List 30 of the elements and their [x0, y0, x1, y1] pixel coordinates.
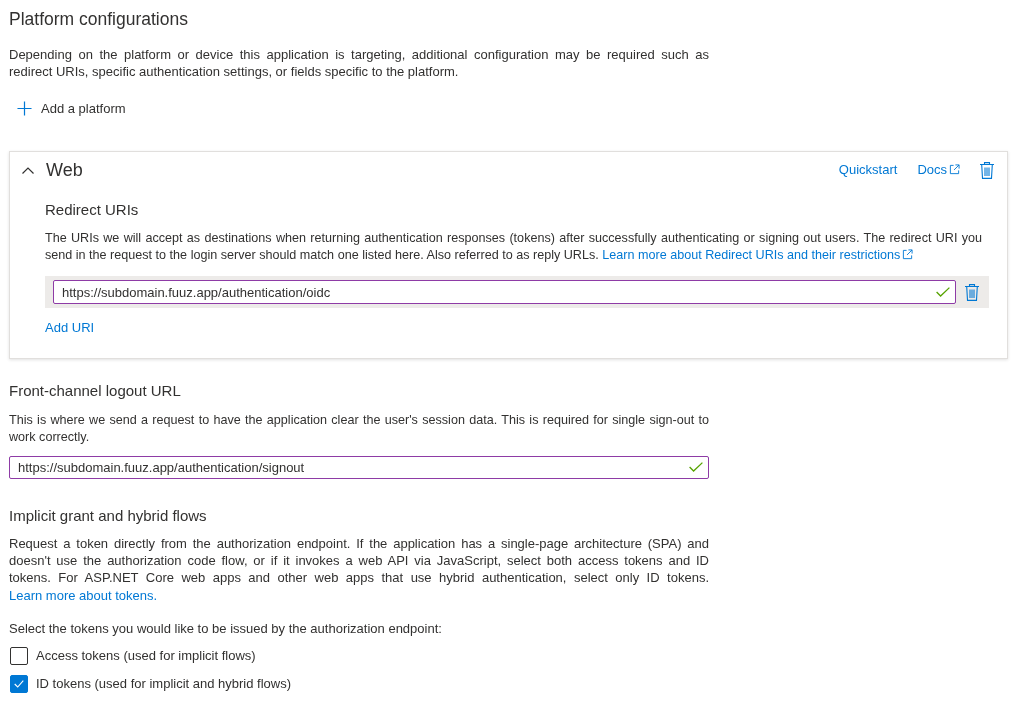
section-title: Platform configurations: [9, 8, 189, 31]
external-link-icon: [902, 248, 914, 260]
header-link[interactable]: Docs: [917, 160, 960, 181]
checkbox-label: Access tokens (used for implicit flows): [36, 647, 256, 666]
trash-icon: [980, 161, 994, 179]
checkbox[interactable]: [10, 675, 28, 694]
description-text: Depending on the platform or device this application is targeting, additional configuration may be required such as redirect URIs, specific authentication settings, or fields specific to the platform.: [9, 46, 709, 81]
add-platform-button[interactable]: Add a platform: [9, 92, 134, 125]
learn-more-link[interactable]: Learn more about tokens.: [9, 587, 158, 603]
checkbox-label: ID tokens (used for implicit and hybrid flows): [36, 675, 292, 694]
prompt-text: Select the tokens you would like to be issued by the authorization endpoint:: [9, 619, 443, 638]
learn-more-link[interactable]: Learn more about Redirect URIs and their restrictions: [602, 247, 914, 262]
subsection-title: Redirect URIs: [45, 199, 140, 220]
logout-url-field[interactable]: https://subdomain.fuuz.app/authentication/signout: [9, 455, 709, 479]
add-uri-link[interactable]: Add URI: [45, 318, 95, 339]
platform-toggle[interactable]: Web: [22, 158, 83, 183]
subsection-title: Implicit grant and hybrid flows: [9, 505, 208, 526]
description-text: The URIs we will accept as destinations when returning authentication responses (tokens) after successfully authenticating or signing out users. The redirect URI you send in the request to the login server should match one listed here. Also referred to as reply URLs. Learn more about Redirect URIs and their restrictions: [45, 229, 982, 264]
delete-button[interactable]: [965, 283, 979, 301]
plus-icon: [17, 101, 32, 117]
header-link[interactable]: Quickstart: [838, 160, 898, 181]
delete-button[interactable]: [980, 161, 994, 179]
subsection-title: Front-channel logout URL: [9, 381, 182, 402]
redirect-uri-field[interactable]: https://subdomain.fuuz.app/authentication/oidc: [53, 280, 956, 305]
external-link-icon: [949, 164, 960, 176]
trash-icon: [965, 283, 979, 301]
description-text: This is where we send a request to have the application clear the user's session data. This is required for single sign-out to work correctly.: [9, 412, 709, 447]
checkmark-icon: [14, 680, 24, 689]
checkbox[interactable]: [10, 647, 28, 666]
description-text: Request a token directly from the authorization endpoint. If the application has a single-page architecture (SPA) and doesn't use the authorization code flow, or if it invokes a web API via JavaScript, select both access tokens and ID tokens. For ASP.NET Core web apps and other web apps that use hybrid authentication, select only ID tokens. Learn more about tokens.: [9, 534, 709, 604]
